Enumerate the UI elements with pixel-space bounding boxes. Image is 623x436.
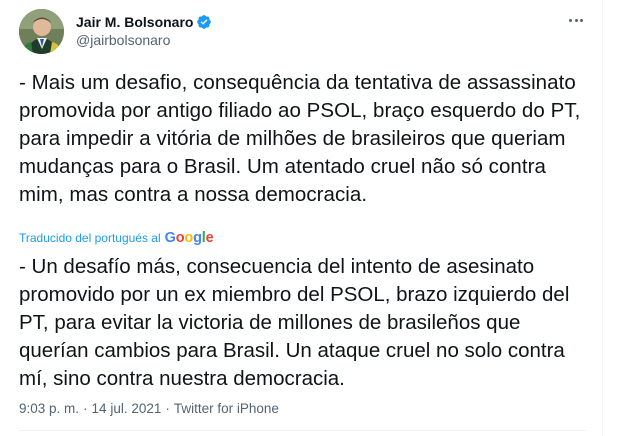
tweet-meta: 9:03 p. m. · 14 jul. 2021 · Twitter for … — [19, 400, 279, 418]
more-options-button[interactable] — [565, 13, 587, 27]
avatar[interactable] — [19, 9, 64, 54]
tweet-text: - Mais um desafio, consequência da tenta… — [19, 71, 581, 206]
meta-separator: · — [165, 401, 170, 416]
tweet-date[interactable]: 14 jul. 2021 — [92, 400, 162, 418]
tweet-card: Jair M. Bolsonaro @jairbolsonaro - Mais … — [0, 0, 603, 436]
author-name-row[interactable]: Jair M. Bolsonaro — [76, 13, 212, 31]
author-handle[interactable]: @jairbolsonaro — [76, 31, 170, 49]
translated-by-label: Traducido del portugués al — [19, 231, 161, 245]
tweet-source[interactable]: Twitter for iPhone — [174, 400, 279, 418]
more-horizontal-icon — [574, 18, 578, 22]
meta-separator: · — [83, 401, 88, 416]
divider — [19, 430, 586, 431]
tweet-time[interactable]: 9:03 p. m. — [19, 400, 79, 418]
translation-attribution-link[interactable]: Traducido del portugués al Google — [19, 230, 214, 246]
profile-photo-icon — [19, 9, 64, 54]
translated-tweet-text: - Un desafío más, consecuencia del inten… — [19, 255, 570, 390]
more-horizontal-icon — [569, 18, 572, 22]
google-logo: Google — [164, 230, 214, 246]
verified-badge-icon — [196, 14, 212, 30]
author-display-name[interactable]: Jair M. Bolsonaro — [76, 13, 193, 31]
more-horizontal-icon — [580, 18, 583, 22]
